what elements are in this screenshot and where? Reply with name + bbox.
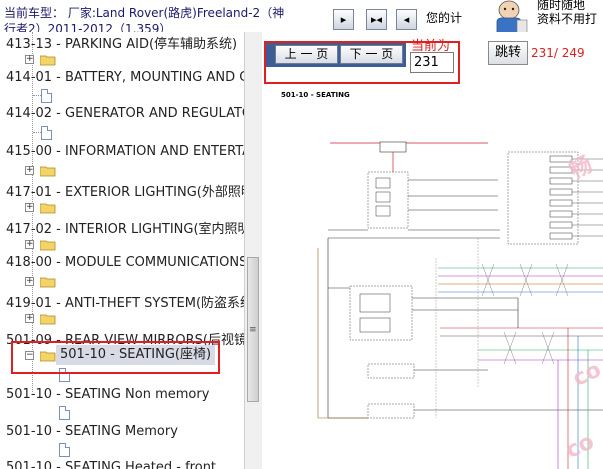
document-tree[interactable]: 413-13 - PARKING AID(停车辅助系统) + 414-01 - … [0, 32, 244, 469]
tree-item-501-10-memory[interactable]: 501-10 - SEATING Memory [6, 424, 178, 439]
folder-icon [40, 240, 56, 251]
goto-page-button[interactable]: 跳转 [488, 41, 528, 65]
tree-item-418-00[interactable]: 418-00 - MODULE COMMUNICATIONS [6, 255, 244, 270]
expand-plus-icon[interactable]: + [25, 314, 34, 323]
fit-pane-button[interactable]: ▸◂ [366, 9, 387, 30]
expand-plus-icon[interactable]: + [25, 240, 34, 249]
tree-item-501-10-heated-front[interactable]: 501-10 - SEATING Heated - front [6, 460, 216, 469]
expand-plus-icon[interactable]: + [25, 203, 34, 212]
tree-item-417-02[interactable]: 417-02 - INTERIOR LIGHTING(室内照明) [6, 218, 244, 237]
tree-item-413-13[interactable]: 413-13 - PARKING AID(停车辅助系统) [6, 33, 237, 52]
wiring-diagram [317, 141, 603, 469]
arrows-inward-icon: ▸◂ [370, 13, 383, 26]
tree-connector [33, 95, 41, 96]
tree-item-417-01[interactable]: 417-01 - EXTERIOR LIGHTING(外部照明) [6, 181, 244, 200]
folder-icon [40, 277, 56, 288]
folder-icon [40, 314, 56, 325]
tree-item-414-02[interactable]: 414-02 - GENERATOR AND REGULATOR [6, 106, 244, 121]
document-icon [41, 89, 52, 103]
page-count: 231/ 249 [531, 46, 585, 60]
expand-plus-icon[interactable]: + [25, 277, 34, 286]
arrow-left-icon: ◂ [403, 13, 410, 26]
tree-scrollbar[interactable] [244, 32, 262, 469]
tree-item-415-00[interactable]: 415-00 - INFORMATION AND ENTERTAINMENT [6, 144, 244, 159]
tree-item-419-01[interactable]: 419-01 - ANTI-THEFT SYSTEM(防盗系统) [6, 292, 244, 311]
expand-plus-icon[interactable]: + [25, 55, 34, 64]
folder-icon [40, 55, 56, 66]
expand-pane-button[interactable]: ◂ [396, 9, 417, 30]
hint-text: 您的计 [426, 11, 463, 25]
arrow-right-icon: ▸ [340, 13, 347, 26]
document-icon [41, 126, 52, 140]
collapse-pane-button[interactable]: ▸ [333, 9, 354, 30]
folder-icon [40, 203, 56, 214]
app-header: 当前车型： 厂家:Land Rover(路虎)Freeland-2（神 行者2）… [0, 0, 603, 36]
document-icon [59, 406, 70, 420]
expand-plus-icon[interactable]: + [25, 166, 34, 175]
page-nav-highlight-box [264, 41, 460, 84]
current-car-model: 当前车型： 厂家:Land Rover(路虎)Freeland-2（神 [4, 6, 285, 20]
folder-icon [40, 166, 56, 177]
tree-connector [33, 132, 41, 133]
mascot-icon [496, 0, 528, 36]
tree-item-414-01[interactable]: 414-01 - BATTERY, MOUNTING AND CABLES [6, 70, 244, 85]
splitter-grip-icon[interactable]: ≡ [249, 325, 257, 335]
promo-text-line2: 资料不用打 [537, 12, 598, 26]
document-icon [59, 443, 70, 457]
selection-highlight-box [11, 341, 220, 374]
tree-item-501-10-non-memory[interactable]: 501-10 - SEATING Non memory [6, 387, 209, 402]
